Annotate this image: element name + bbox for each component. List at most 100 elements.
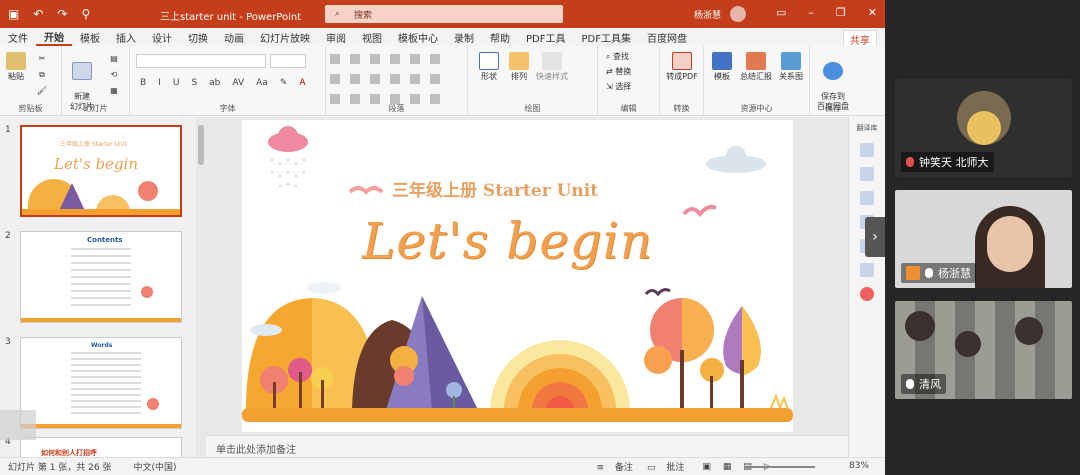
quick-style-button[interactable]: 快速样式	[534, 52, 570, 82]
participant-tile[interactable]: 杨浙慧	[895, 190, 1072, 288]
grass	[769, 393, 789, 411]
slide-thumbnail-2[interactable]: Contents	[20, 231, 182, 323]
rail-tool-icon[interactable]	[860, 191, 874, 205]
mic-icon	[925, 268, 933, 278]
sorter-view-icon[interactable]: ▦	[723, 462, 732, 472]
side-handle[interactable]	[0, 410, 36, 440]
tab-1[interactable]: 开始	[36, 29, 72, 46]
bold-icon[interactable]: B	[140, 78, 146, 88]
comments-toggle[interactable]: ▭ 批注	[647, 460, 684, 473]
slide-subtitle[interactable]: 三年级上册 Starter Unit	[392, 176, 598, 201]
font-size-select[interactable]	[270, 54, 306, 68]
shadow-icon[interactable]: S	[191, 78, 197, 88]
save-label: 保存	[825, 104, 841, 113]
slide-title[interactable]: Let's begin	[362, 212, 653, 270]
thumb-tree	[138, 181, 158, 201]
rail-tool-icon[interactable]	[860, 287, 874, 301]
participant-tile[interactable]: 清风	[895, 301, 1072, 399]
thumb-ground	[21, 424, 181, 428]
format-painter-icon[interactable]: 🖌	[32, 86, 52, 96]
title-bar: ▣ ↶ ↷ ⚲ 三上starter unit - PowerPoint ⌕ 搜索…	[0, 0, 885, 28]
report-button[interactable]: 总结汇报	[738, 52, 774, 82]
layout-icon[interactable]: ▤	[104, 54, 124, 64]
template-button[interactable]: 模板	[708, 52, 736, 82]
redo-icon[interactable]: ↷	[57, 7, 67, 21]
font-color-icon[interactable]: A	[299, 78, 305, 88]
tab-8[interactable]: 审阅	[318, 30, 354, 45]
scrollbar-thumb[interactable]	[198, 125, 204, 165]
paragraph-label: 段落	[388, 104, 405, 113]
thumb-table	[71, 248, 131, 306]
notes-pane[interactable]: 单击此处添加备注	[206, 435, 848, 457]
current-slide[interactable]: 三年级上册 Starter Unit Let's begin	[242, 120, 793, 432]
ribbon-display-icon[interactable]: ▭	[776, 6, 786, 19]
section-icon[interactable]: ▦	[104, 86, 124, 96]
undo-icon[interactable]: ↶	[33, 7, 43, 21]
pdf-icon	[672, 52, 692, 70]
zoom-slider[interactable]	[745, 466, 815, 468]
status-bar: 幻灯片 第 1 张，共 26 张 中文(中国) ≡ 备注 ▭ 批注 ▣ ▦ ▤ …	[0, 457, 885, 475]
tab-6[interactable]: 动画	[216, 30, 252, 45]
slide-thumbnail-1[interactable]: 三年级上册 Starter Unit Let's begin	[20, 125, 182, 217]
strikethrough-icon[interactable]: ab	[209, 78, 220, 88]
spacing-icon[interactable]: AV	[232, 78, 244, 88]
paste-button[interactable]: 粘贴	[4, 52, 28, 82]
replace-button[interactable]: ⇄ 替换	[606, 67, 656, 77]
align-tools[interactable]	[330, 74, 450, 84]
save-icon[interactable]: ▣	[8, 7, 19, 21]
tab-9[interactable]: 视图	[354, 30, 390, 45]
list-tools[interactable]	[330, 54, 450, 64]
relation-button[interactable]: 关系图	[776, 52, 806, 82]
customize-icon[interactable]: ⚲	[81, 7, 90, 21]
tab-13[interactable]: PDF工具	[518, 30, 573, 45]
tab-2[interactable]: 模板	[72, 30, 108, 45]
select-button[interactable]: ⇲ 选择	[606, 82, 656, 92]
thumb-title: Words	[91, 342, 113, 349]
slide-thumbnail-3[interactable]: Words	[20, 337, 182, 429]
participant-tile[interactable]: 钟笑天 北师大	[895, 79, 1072, 177]
find-button[interactable]: ⌕ 查找	[606, 52, 656, 62]
resource-group: 模板 总结汇报 关系图 资源中心	[704, 46, 810, 116]
restore-icon[interactable]: ❐	[836, 6, 846, 19]
user-avatar[interactable]	[730, 6, 746, 22]
tab-14[interactable]: PDF工具集	[573, 30, 638, 45]
thumbnail-scrollbar[interactable]	[196, 117, 206, 457]
tab-5[interactable]: 切换	[180, 30, 216, 45]
case-icon[interactable]: Aa	[256, 78, 268, 88]
tab-10[interactable]: 模板中心	[390, 30, 446, 45]
to-pdf-button[interactable]: 转成PDF	[662, 52, 702, 82]
underline-icon[interactable]: U	[173, 78, 180, 88]
tab-0[interactable]: 文件	[0, 30, 36, 45]
search-icon: ⌕	[335, 9, 341, 19]
arrange-button[interactable]: 排列	[506, 52, 532, 82]
search-input[interactable]: ⌕ 搜索	[325, 5, 563, 23]
cut-icon[interactable]: ✂	[32, 54, 52, 64]
tab-12[interactable]: 帮助	[482, 30, 518, 45]
zoom-level[interactable]: 83%	[849, 461, 869, 471]
minimize-icon[interactable]: –	[808, 6, 814, 19]
user-name[interactable]: 杨浙慧	[694, 8, 721, 21]
rail-tool-icon[interactable]	[860, 263, 874, 277]
font-family-select[interactable]	[136, 54, 266, 68]
collapse-panel-button[interactable]: ›	[865, 217, 885, 257]
tab-15[interactable]: 百度网盘	[639, 30, 695, 45]
rail-tool-icon[interactable]	[860, 143, 874, 157]
tab-3[interactable]: 插入	[108, 30, 144, 45]
ribbon-tabs: 文件 开始 模板 插入 设计 切换 动画 幻灯片放映 审阅 视图 模板中心 录制 帮助 PDF工具 PDF工…	[0, 28, 885, 46]
shape-button[interactable]: 形状	[476, 52, 502, 82]
reset-icon[interactable]: ⟲	[104, 70, 124, 80]
paragraph-group: 段落	[326, 46, 468, 116]
rail-tool-icon[interactable]	[860, 167, 874, 181]
notes-toggle[interactable]: ≡ 备注	[597, 460, 633, 473]
tab-11[interactable]: 录制	[446, 30, 482, 45]
close-icon[interactable]: ✕	[868, 6, 877, 19]
participant-video-face	[987, 216, 1033, 272]
italic-icon[interactable]: I	[158, 78, 161, 88]
language-indicator[interactable]: 中文(中国)	[133, 460, 176, 473]
tab-4[interactable]: 设计	[144, 30, 180, 45]
tab-7[interactable]: 幻灯片放映	[252, 30, 318, 45]
slide-thumbnail-pane: 1 三年级上册 Starter Unit Let's begin 2 Conte…	[0, 117, 196, 467]
normal-view-icon[interactable]: ▣	[702, 462, 711, 472]
copy-icon[interactable]: ⧉	[32, 70, 52, 80]
highlight-icon[interactable]: ✎	[280, 78, 288, 88]
